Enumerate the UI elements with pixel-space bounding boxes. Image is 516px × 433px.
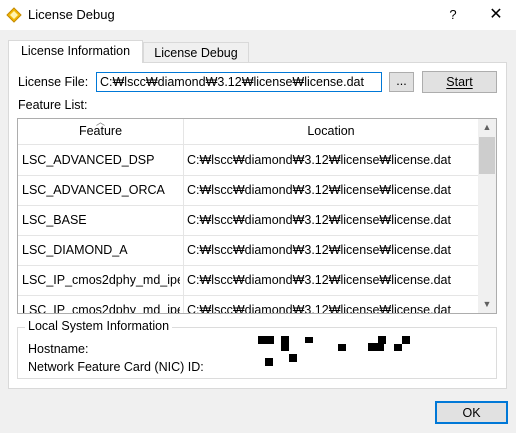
feature-cell: LSC_ADVANCED_DSP [22,153,155,167]
close-icon[interactable]: ✕ [484,4,508,26]
column-divider [183,265,184,295]
help-button[interactable]: ? [443,5,463,25]
vertical-scrollbar[interactable]: ▲ ▼ [478,119,496,313]
table-row[interactable]: LSC_DIAMOND_A C:₩lscc₩diamond₩3.12₩licen… [18,235,478,266]
scroll-up-icon[interactable]: ▲ [478,119,496,136]
local-system-info-title: Local System Information [25,319,173,333]
feature-cell: LSC_DIAMOND_A [22,243,128,257]
column-header-feature[interactable]: ︿ Feature [18,119,184,144]
location-cell: C:₩lscc₩diamond₩3.12₩license₩license.dat [187,243,451,257]
table-row[interactable]: LSC_ADVANCED_ORCA C:₩lscc₩diamond₩3.12₩l… [18,175,478,206]
table-row[interactable]: LSC_IP_cmos2dphy_md_ipe C:₩lscc₩diamond₩… [18,265,478,296]
location-cell: C:₩lscc₩diamond₩3.12₩license₩license.dat [187,273,451,287]
tab-license-debug[interactable]: License Debug [143,42,249,62]
column-header-location[interactable]: Location [184,119,478,144]
column-divider [183,295,184,313]
window-title: License Debug [28,7,115,22]
column-divider [183,235,184,265]
column-divider [183,145,184,175]
table-row[interactable]: LSC_IP_cmos2dphy_md_ipe C:₩lscc₩diamond₩… [18,295,478,314]
scrollbar-thumb[interactable] [479,137,495,174]
column-divider [183,175,184,205]
location-cell: C:₩lscc₩diamond₩3.12₩license₩license.dat [187,303,451,314]
location-cell: C:₩lscc₩diamond₩3.12₩license₩license.dat [187,153,451,167]
start-button-label: Start [446,75,473,89]
license-file-input[interactable]: C:₩lscc₩diamond₩3.12₩license₩license.dat [96,72,382,92]
location-cell: C:₩lscc₩diamond₩3.12₩license₩license.dat [187,213,451,227]
ok-button[interactable]: OK [435,401,508,424]
feature-cell: LSC_IP_cmos2dphy_md_ipe [22,273,180,287]
feature-list-table[interactable]: ︿ Feature Location LSC_ADVANCED_DSP C:₩l… [17,118,497,314]
feature-cell: LSC_BASE [22,213,87,227]
feature-list-label: Feature List: [18,98,88,112]
column-divider [183,205,184,235]
tab-license-information[interactable]: License Information [8,40,143,63]
sort-up-icon: ︿ [96,118,106,127]
start-button[interactable]: Start [422,71,497,93]
hostname-label: Hostname: [28,342,89,356]
scroll-down-icon[interactable]: ▼ [478,296,496,313]
title-bar: License Debug ? ✕ [0,0,516,30]
feature-cell: LSC_ADVANCED_ORCA [22,183,165,197]
table-header: ︿ Feature Location [18,119,478,145]
browse-button[interactable]: ... [389,72,414,92]
table-row[interactable]: LSC_BASE C:₩lscc₩diamond₩3.12₩license₩li… [18,205,478,236]
table-row[interactable]: LSC_ADVANCED_DSP C:₩lscc₩diamond₩3.12₩li… [18,145,478,176]
diamond-app-icon [6,7,22,23]
feature-cell: LSC_IP_cmos2dphy_md_ipe [22,303,180,314]
nic-id-label: Network Feature Card (NIC) ID: [28,360,204,374]
license-file-label: License File: [18,75,89,89]
location-cell: C:₩lscc₩diamond₩3.12₩license₩license.dat [187,183,451,197]
